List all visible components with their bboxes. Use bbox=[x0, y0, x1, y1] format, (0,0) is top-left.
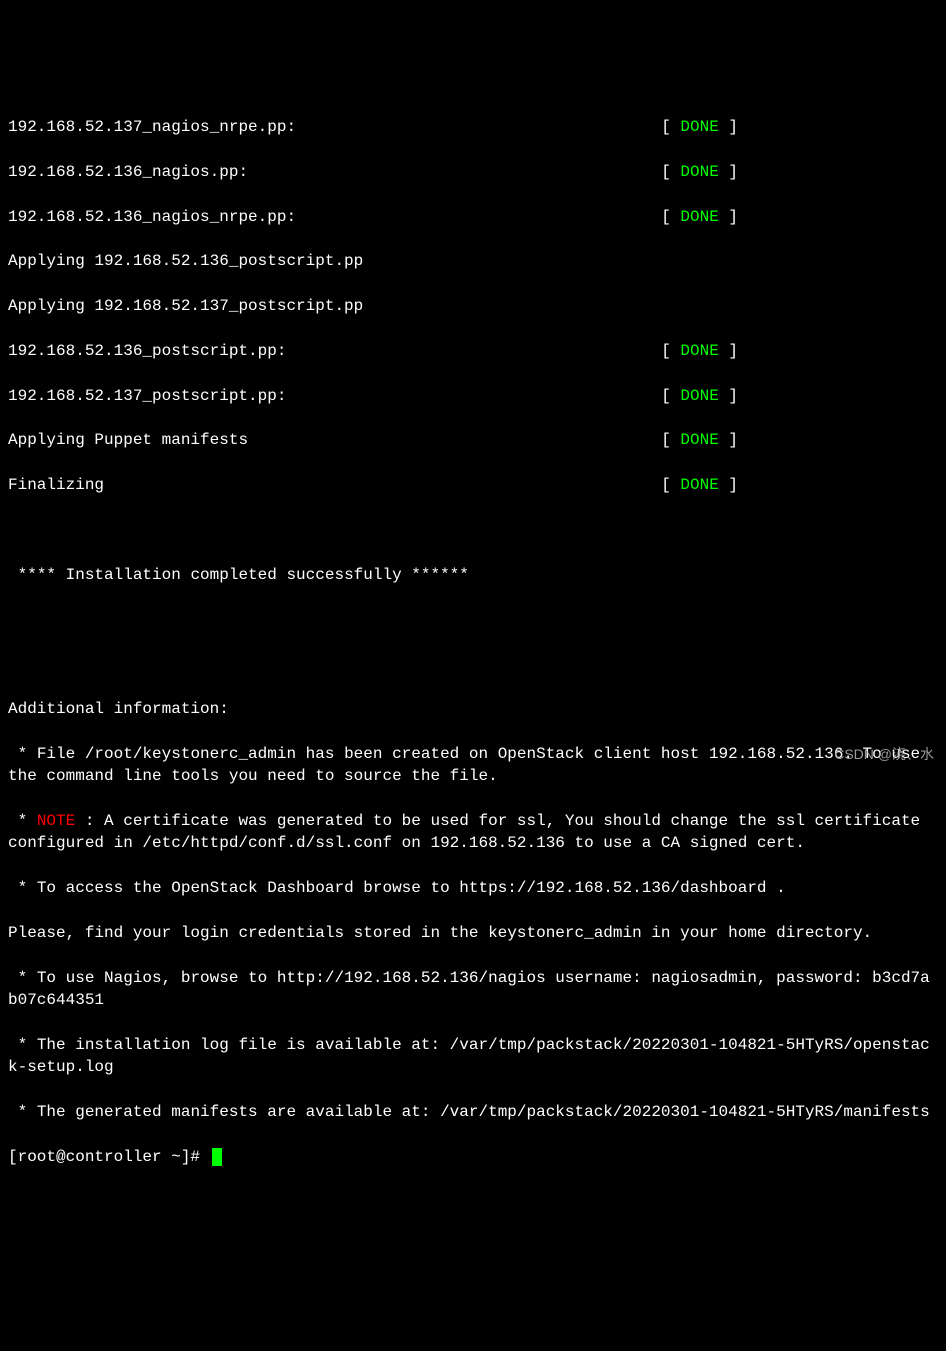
status-cell: [ DONE ] bbox=[661, 340, 938, 362]
status-cell: [ DONE ] bbox=[661, 161, 938, 183]
note-keyword: NOTE bbox=[37, 812, 75, 830]
status-cell: [ DONE ] bbox=[661, 474, 938, 496]
blank-line bbox=[8, 609, 938, 631]
task-row: 192.168.52.137_postscript.pp: [ DONE ] bbox=[8, 385, 938, 407]
blank-line bbox=[8, 653, 938, 675]
blank-line bbox=[8, 519, 938, 541]
task-row: Finalizing [ DONE ] bbox=[8, 474, 938, 496]
info-nagios: * To use Nagios, browse to http://192.16… bbox=[8, 967, 938, 1012]
status-done: DONE bbox=[680, 163, 718, 181]
status-cell: [ DONE ] bbox=[661, 385, 938, 407]
task-label: Finalizing bbox=[8, 474, 104, 496]
apply-line: Applying 192.168.52.136_postscript.pp bbox=[8, 250, 938, 272]
status-done: DONE bbox=[680, 208, 718, 226]
task-label: 192.168.52.137_postscript.pp: bbox=[8, 385, 286, 407]
info-file: * File /root/keystonerc_admin has been c… bbox=[8, 743, 938, 788]
task-row: 192.168.52.137_nagios_nrpe.pp: [ DONE ] bbox=[8, 116, 938, 138]
info-log: * The installation log file is available… bbox=[8, 1034, 938, 1079]
task-row: 192.168.52.136_nagios.pp: [ DONE ] bbox=[8, 161, 938, 183]
task-label: Applying Puppet manifests bbox=[8, 429, 248, 451]
status-done: DONE bbox=[680, 342, 718, 360]
info-credentials: Please, find your login credentials stor… bbox=[8, 922, 938, 944]
task-label: 192.168.52.136_postscript.pp: bbox=[8, 340, 286, 362]
status-cell: [ DONE ] bbox=[661, 206, 938, 228]
status-done: DONE bbox=[680, 476, 718, 494]
prompt-text: [root@controller ~]# bbox=[8, 1146, 210, 1168]
info-manifests: * The generated manifests are available … bbox=[8, 1101, 938, 1123]
info-note: * NOTE : A certificate was generated to … bbox=[8, 810, 938, 855]
info-dashboard: * To access the OpenStack Dashboard brow… bbox=[8, 877, 938, 899]
task-row: Applying Puppet manifests [ DONE ] bbox=[8, 429, 938, 451]
task-label: 192.168.52.137_nagios_nrpe.pp: bbox=[8, 116, 296, 138]
success-message: **** Installation completed successfully… bbox=[8, 564, 938, 586]
task-row: 192.168.52.136_nagios_nrpe.pp: [ DONE ] bbox=[8, 206, 938, 228]
task-label: 192.168.52.136_nagios.pp: bbox=[8, 161, 248, 183]
terminal-output: 192.168.52.137_nagios_nrpe.pp: [ DONE ] 1… bbox=[8, 94, 938, 1191]
shell-prompt[interactable]: [root@controller ~]# bbox=[8, 1146, 938, 1168]
status-cell: [ DONE ] bbox=[661, 429, 938, 451]
status-done: DONE bbox=[680, 431, 718, 449]
cursor-icon bbox=[212, 1148, 222, 1166]
status-done: DONE bbox=[680, 118, 718, 136]
task-row: 192.168.52.136_postscript.pp: [ DONE ] bbox=[8, 340, 938, 362]
additional-header: Additional information: bbox=[8, 698, 938, 720]
apply-line: Applying 192.168.52.137_postscript.pp bbox=[8, 295, 938, 317]
task-label: 192.168.52.136_nagios_nrpe.pp: bbox=[8, 206, 296, 228]
status-cell: [ DONE ] bbox=[661, 116, 938, 138]
watermark: CSDN @浇、水 bbox=[834, 745, 934, 765]
status-done: DONE bbox=[680, 387, 718, 405]
